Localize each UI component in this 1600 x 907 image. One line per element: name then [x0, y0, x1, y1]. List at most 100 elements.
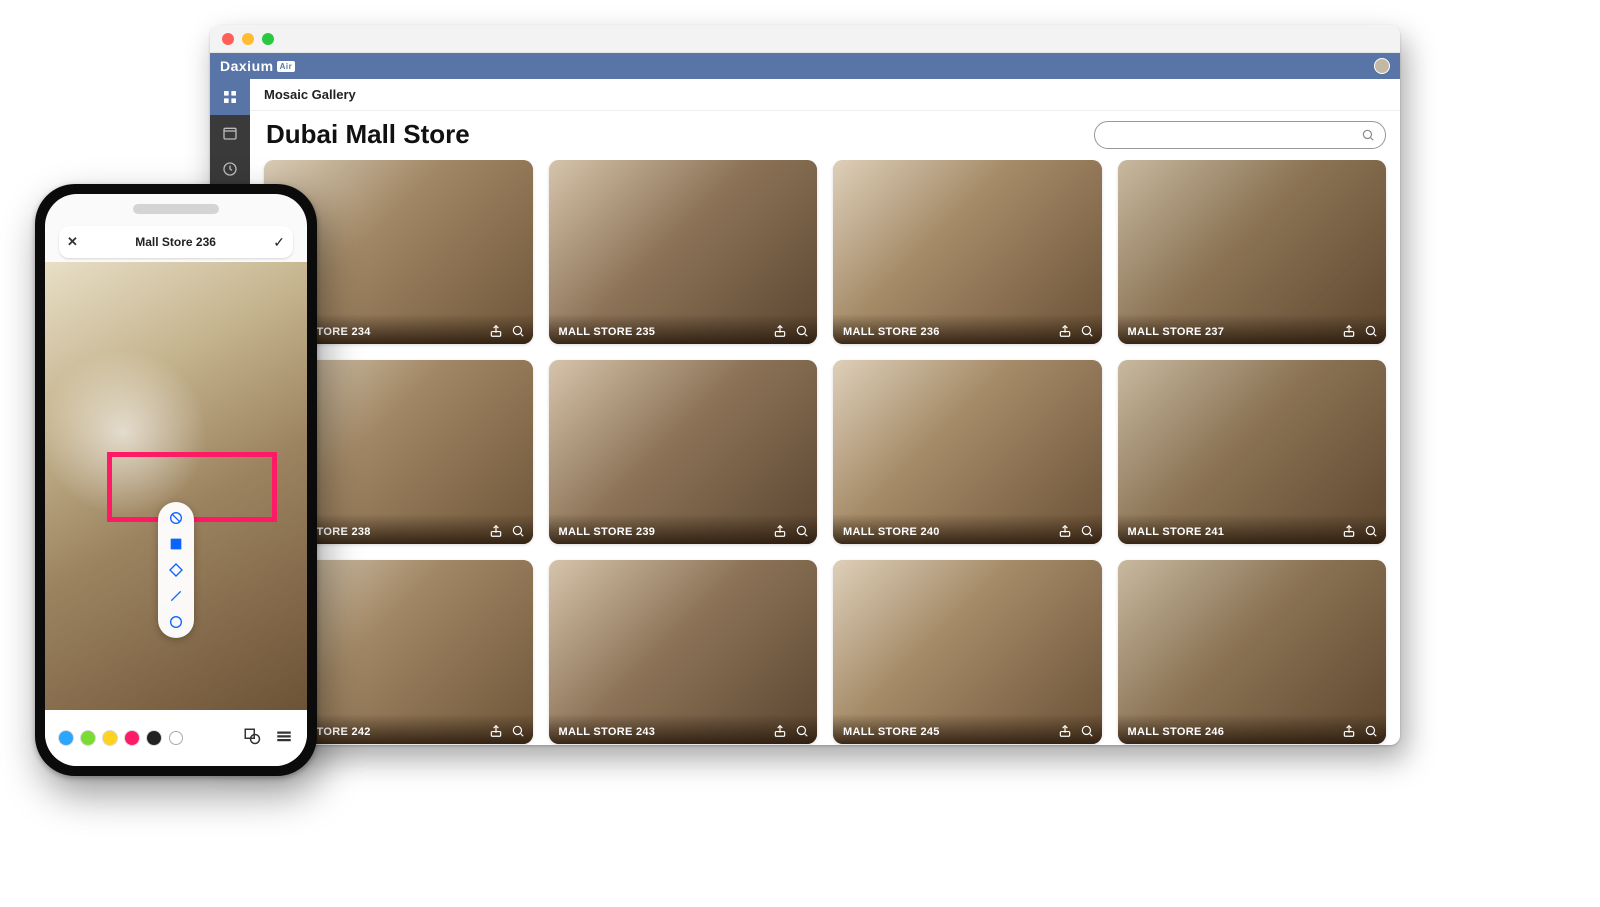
card-label: MALL STORE 241: [1128, 526, 1225, 538]
card-overlay: MALL STORE 235: [549, 314, 818, 344]
color-swatch[interactable]: [81, 731, 95, 745]
brand-suffix: Air: [277, 61, 296, 72]
card-overlay: MALL STORE 245: [833, 714, 1102, 744]
gallery-card[interactable]: MALL STORE 246: [1118, 560, 1387, 744]
gallery-card[interactable]: MALL STORE 243: [549, 560, 818, 744]
color-swatch[interactable]: [169, 731, 183, 745]
magnify-icon[interactable]: [1080, 524, 1094, 538]
card-action-icons: [1342, 724, 1378, 738]
mosaic-gallery: MALL STORE 234MALL STORE 235MALL STORE 2…: [250, 160, 1400, 745]
search-input[interactable]: [1094, 121, 1386, 149]
card-overlay: MALL STORE 239: [549, 514, 818, 544]
share-icon[interactable]: [1342, 524, 1356, 538]
color-swatch[interactable]: [125, 731, 139, 745]
header-row: Dubai Mall Store: [250, 111, 1400, 160]
gallery-card[interactable]: MALL STORE 237: [1118, 160, 1387, 344]
close-button[interactable]: ✕: [67, 234, 78, 250]
share-icon[interactable]: [773, 524, 787, 538]
magnify-icon[interactable]: [795, 524, 809, 538]
card-label: MALL STORE 235: [559, 326, 656, 338]
share-icon[interactable]: [773, 724, 787, 738]
apps-grid-icon: [222, 89, 238, 105]
shape-tool-picker: [158, 502, 194, 638]
gallery-card[interactable]: MALL STORE 235: [549, 160, 818, 344]
card-action-icons: [489, 324, 525, 338]
diamond-tool[interactable]: [168, 562, 184, 578]
bottom-right-tools: [243, 727, 293, 750]
magnify-icon[interactable]: [511, 524, 525, 538]
color-swatch-row: [59, 731, 183, 745]
card-action-icons: [1342, 524, 1378, 538]
line-tool[interactable]: [168, 588, 184, 604]
card-action-icons: [1342, 324, 1378, 338]
magnify-icon[interactable]: [511, 324, 525, 338]
gallery-card[interactable]: MALL STORE 245: [833, 560, 1102, 744]
brand-logo: Daxium Air: [220, 58, 295, 74]
share-icon[interactable]: [1058, 524, 1072, 538]
phone-screen: ✕ Mall Store 236 ✓: [45, 194, 307, 766]
phone-device: ✕ Mall Store 236 ✓: [35, 184, 317, 776]
sidebar-item-apps[interactable]: [210, 79, 250, 115]
breadcrumb: Mosaic Gallery: [264, 87, 356, 102]
gallery-card[interactable]: MALL STORE 240: [833, 360, 1102, 544]
card-overlay: MALL STORE 246: [1118, 714, 1387, 744]
gallery-card[interactable]: MALL STORE 236: [833, 160, 1102, 344]
magnify-icon[interactable]: [1364, 524, 1378, 538]
share-icon[interactable]: [489, 524, 503, 538]
phone-header: ✕ Mall Store 236 ✓: [59, 226, 293, 258]
window-body: Mosaic Gallery Dubai Mall Store MALL STO…: [210, 79, 1400, 745]
calendar-icon: [222, 125, 238, 141]
share-icon[interactable]: [1342, 724, 1356, 738]
window-minimize-dot[interactable]: [242, 33, 254, 45]
card-label: MALL STORE 243: [559, 726, 656, 738]
share-icon[interactable]: [1058, 324, 1072, 338]
magnify-icon[interactable]: [511, 724, 525, 738]
card-overlay: MALL STORE 236: [833, 314, 1102, 344]
color-swatch[interactable]: [59, 731, 73, 745]
magnify-icon[interactable]: [795, 324, 809, 338]
confirm-button[interactable]: ✓: [273, 234, 285, 251]
gallery-card[interactable]: MALL STORE 241: [1118, 360, 1387, 544]
page-title: Dubai Mall Store: [266, 119, 470, 150]
eraser-tool[interactable]: [168, 510, 184, 526]
magnify-icon[interactable]: [1364, 724, 1378, 738]
card-label: MALL STORE 237: [1128, 326, 1225, 338]
color-swatch[interactable]: [103, 731, 117, 745]
card-action-icons: [773, 324, 809, 338]
user-avatar[interactable]: [1374, 58, 1390, 74]
share-icon[interactable]: [1342, 324, 1356, 338]
search-icon: [1361, 128, 1375, 142]
magnify-icon[interactable]: [1364, 324, 1378, 338]
card-overlay: MALL STORE 241: [1118, 514, 1387, 544]
magnify-icon[interactable]: [1080, 324, 1094, 338]
share-icon[interactable]: [489, 724, 503, 738]
phone-notch: [133, 204, 219, 214]
card-label: MALL STORE 239: [559, 526, 656, 538]
window-close-dot[interactable]: [222, 33, 234, 45]
color-swatch[interactable]: [147, 731, 161, 745]
menu-button[interactable]: [275, 727, 293, 750]
gallery-card[interactable]: MALL STORE 239: [549, 360, 818, 544]
share-icon[interactable]: [1058, 724, 1072, 738]
card-label: MALL STORE 246: [1128, 726, 1225, 738]
card-action-icons: [1058, 524, 1094, 538]
circle-tool[interactable]: [168, 614, 184, 630]
share-icon[interactable]: [773, 324, 787, 338]
card-overlay: MALL STORE 240: [833, 514, 1102, 544]
shapes-toggle-button[interactable]: [243, 727, 261, 750]
phone-title: Mall Store 236: [135, 235, 216, 249]
window-maximize-dot[interactable]: [262, 33, 274, 45]
window-titlebar: [210, 25, 1400, 53]
sidebar-item-calendar[interactable]: [210, 115, 250, 151]
card-action-icons: [489, 524, 525, 538]
annotator-photo[interactable]: [45, 262, 307, 710]
rectangle-tool[interactable]: [168, 536, 184, 552]
sidebar-item-clock[interactable]: [210, 151, 250, 187]
card-action-icons: [773, 724, 809, 738]
card-label: MALL STORE 236: [843, 326, 940, 338]
magnify-icon[interactable]: [795, 724, 809, 738]
magnify-icon[interactable]: [1080, 724, 1094, 738]
share-icon[interactable]: [489, 324, 503, 338]
content-area: Mosaic Gallery Dubai Mall Store MALL STO…: [250, 79, 1400, 745]
card-action-icons: [1058, 324, 1094, 338]
